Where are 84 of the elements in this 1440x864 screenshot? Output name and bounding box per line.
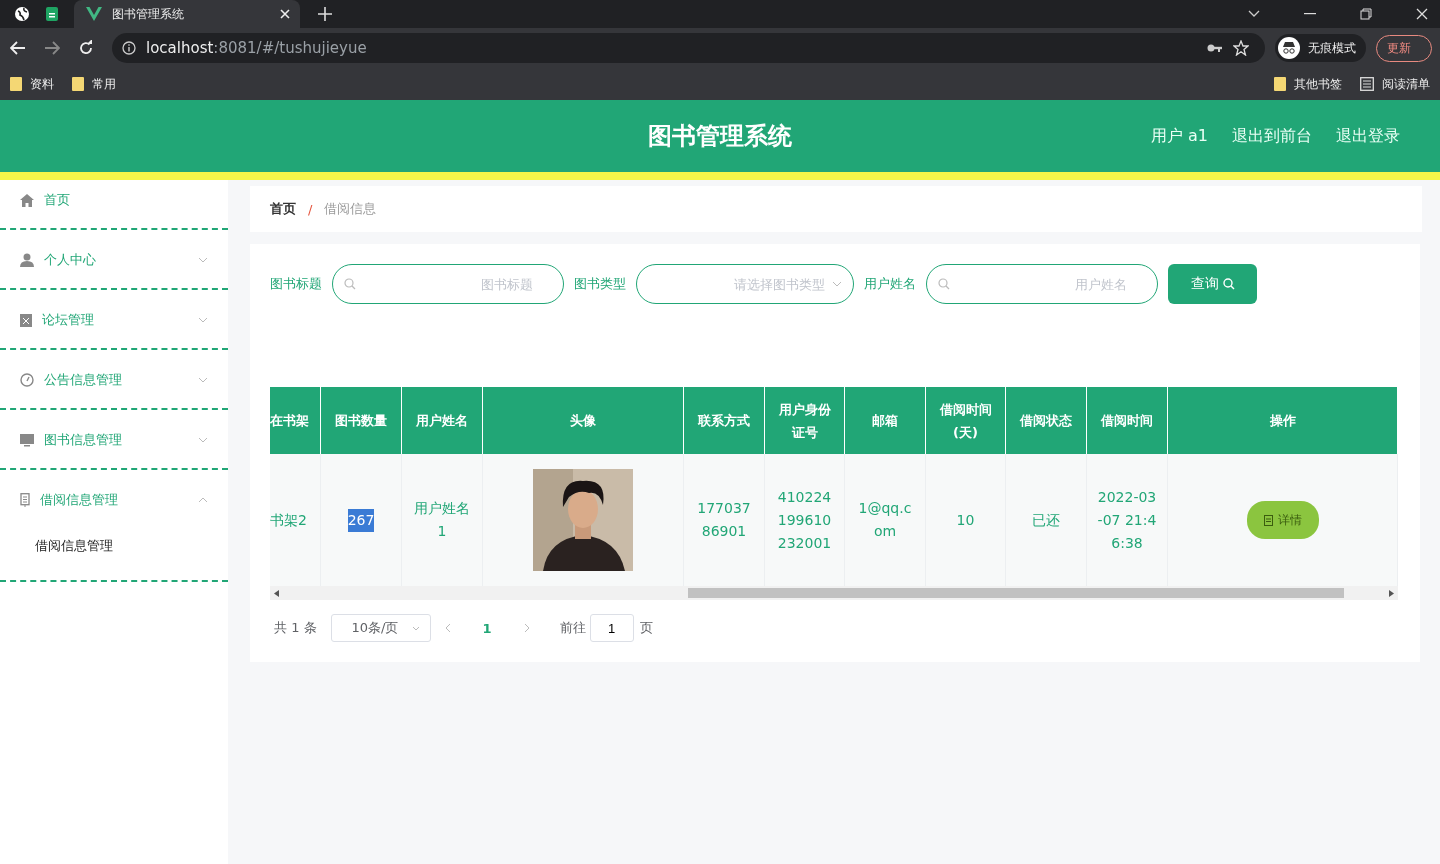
field-label: 图书类型 xyxy=(574,275,626,293)
search-field[interactable]: 图书标题 xyxy=(332,264,564,304)
table-cell-text: 410224199610232001 xyxy=(776,487,833,553)
table-cell-text: 1@qq.com xyxy=(858,499,912,541)
search-icon xyxy=(1222,278,1235,290)
details-button[interactable]: 详情 xyxy=(1246,501,1319,539)
search-icon xyxy=(938,278,950,290)
menu-item[interactable]: 论坛管理 xyxy=(0,300,228,340)
breadcrumb-separator: / xyxy=(308,201,313,217)
incognito-badge[interactable]: 无痕模式 xyxy=(1275,34,1366,62)
document-icon xyxy=(1263,514,1273,526)
menu-item[interactable]: 个人中心 xyxy=(0,240,228,280)
scroll-left-icon[interactable] xyxy=(274,589,279,597)
close-icon[interactable] xyxy=(280,9,290,19)
restore-icon[interactable] xyxy=(1360,8,1372,20)
v-logo-icon xyxy=(86,7,102,21)
breadcrumb-item[interactable]: 首页 xyxy=(270,200,296,218)
submenu-item[interactable]: 借阅信息管理 xyxy=(0,520,228,572)
header-link[interactable]: 退出到前台 xyxy=(1232,125,1312,147)
table-cell-text: 17703786901 xyxy=(696,499,752,541)
star-icon[interactable] xyxy=(1233,40,1249,56)
menu-item[interactable]: 公告信息管理 xyxy=(0,360,228,400)
table-cell: 267 xyxy=(347,508,375,532)
info-icon xyxy=(122,41,136,55)
key-icon[interactable] xyxy=(1207,43,1223,53)
chevron-down-icon xyxy=(198,437,208,443)
user-icon xyxy=(20,253,34,267)
bookmark[interactable]: 资料 xyxy=(10,75,54,93)
page-number[interactable]: 1 xyxy=(482,620,492,636)
gauge-icon xyxy=(20,373,34,387)
home-icon xyxy=(20,193,34,207)
address-bar[interactable]: localhost:8081/#/tushujieyue xyxy=(112,33,1265,63)
page-suffix: 页 xyxy=(639,619,653,637)
goto-label: 前往 xyxy=(559,619,586,637)
folder-icon xyxy=(72,77,84,91)
chevron-down-icon xyxy=(411,625,420,631)
forward-icon[interactable] xyxy=(44,41,60,55)
page-size-select[interactable]: 10条/页 xyxy=(330,614,431,642)
table-cell-text: 书架2 xyxy=(270,510,307,530)
header-link[interactable]: 用户 a1 xyxy=(1150,125,1208,147)
document-icon xyxy=(20,493,30,507)
bookmark[interactable]: 常用 xyxy=(72,75,116,93)
search-button[interactable]: 查询 xyxy=(1168,264,1257,304)
other-bookmarks[interactable]: 其他书签 xyxy=(1274,75,1342,93)
search-icon xyxy=(344,278,356,290)
browser-tab[interactable]: 图书管理系统 xyxy=(74,0,300,28)
table-cell-text: 已还 xyxy=(1032,510,1060,530)
search-field[interactable]: 用户姓名 xyxy=(926,264,1158,304)
reading-list[interactable]: 阅读清单 xyxy=(1360,75,1430,93)
field-label: 用户姓名 xyxy=(864,275,916,293)
scroll-right-icon[interactable] xyxy=(1389,589,1394,597)
field-label: 图书标题 xyxy=(270,275,322,293)
minimize-icon[interactable] xyxy=(1304,13,1316,15)
table-cell-text: 用户姓名1 xyxy=(413,499,471,541)
header-link[interactable]: 退出登录 xyxy=(1336,125,1400,147)
chevron-down-icon xyxy=(198,377,208,383)
breadcrumb-item: 借阅信息 xyxy=(324,200,377,218)
horizontal-scrollbar[interactable] xyxy=(270,586,1398,600)
table-cell-text: 2022-03-07 21:46:38 xyxy=(1097,487,1157,553)
app-title: 图书管理系统 xyxy=(648,121,792,152)
close-icon[interactable] xyxy=(1416,8,1428,20)
table-cell-text: 10 xyxy=(956,510,975,530)
select-field[interactable]: 请选择图书类型 xyxy=(636,264,854,304)
clipboard-icon xyxy=(20,313,32,327)
chevron-down-icon xyxy=(198,317,208,323)
incognito-icon xyxy=(1278,37,1300,59)
sheet-icon[interactable] xyxy=(44,6,60,22)
total-count: 共 1 条 xyxy=(274,619,317,637)
globe-icon[interactable] xyxy=(14,6,30,22)
menu-item[interactable]: 首页 xyxy=(0,180,228,220)
folder-icon xyxy=(10,77,22,91)
plus-icon[interactable] xyxy=(318,7,332,21)
menu-item[interactable]: 图书信息管理 xyxy=(0,420,228,460)
back-icon[interactable] xyxy=(10,41,26,55)
chevron-down-icon xyxy=(198,257,208,263)
folder-icon xyxy=(1274,77,1286,91)
list-icon xyxy=(1360,77,1374,91)
chevron-down-icon[interactable] xyxy=(1248,10,1260,18)
monitor-icon xyxy=(20,433,34,447)
chevron-up-icon xyxy=(198,497,208,503)
menu-item[interactable]: 借阅信息管理 xyxy=(0,480,228,520)
page-input[interactable]: 1 xyxy=(589,614,634,642)
reload-icon[interactable] xyxy=(78,40,94,56)
chevron-down-icon xyxy=(832,281,842,287)
